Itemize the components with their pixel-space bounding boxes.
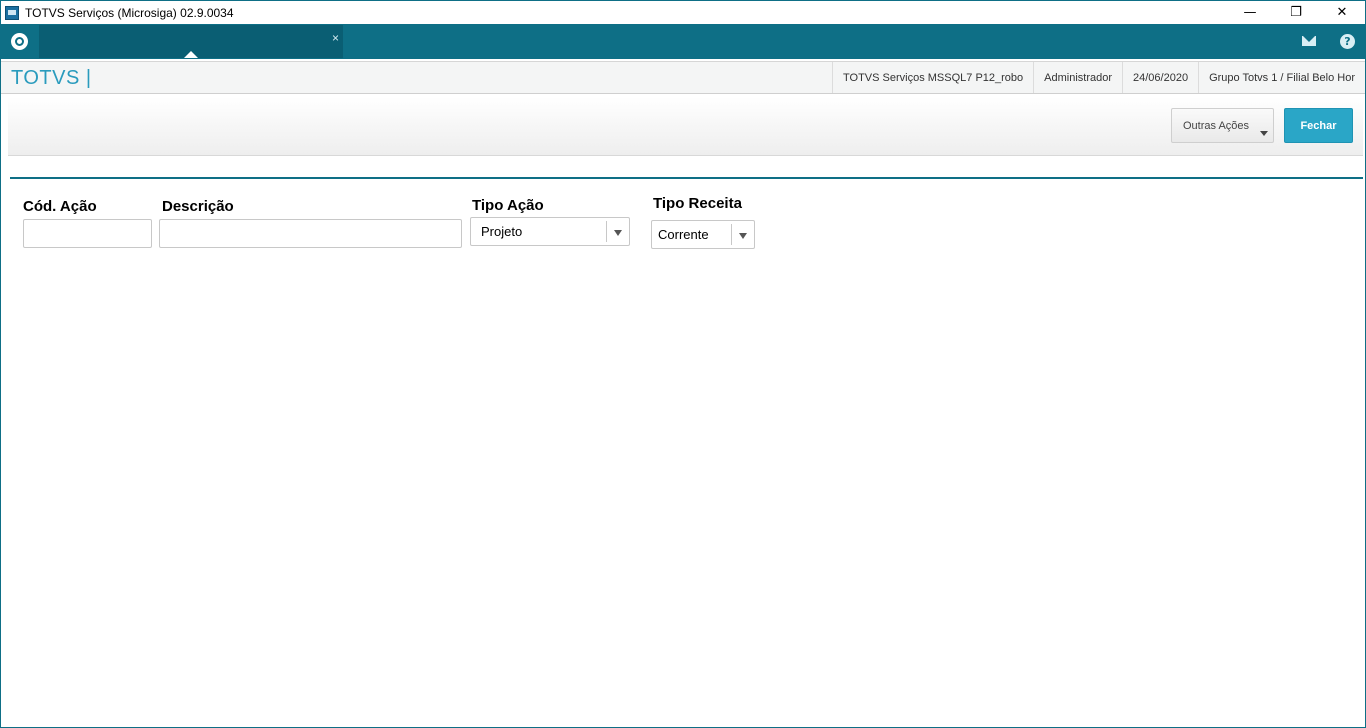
window-controls: — ❐ ✕ xyxy=(1227,1,1365,24)
dropdown-arrow-icon[interactable] xyxy=(739,233,747,239)
outras-acoes-label: Outras Ações xyxy=(1183,119,1250,132)
app-window: TOTVS Serviços (Microsiga) 02.9.0034 — ❐… xyxy=(0,0,1366,728)
dropdown-arrow-icon[interactable] xyxy=(614,230,622,236)
server-info: TOTVS Serviços MSSQL7 P12_robo xyxy=(832,62,1033,93)
tipo-receita-label: Tipo Receita xyxy=(653,195,742,212)
date-info: 24/06/2020 xyxy=(1122,62,1198,93)
top-nav-bar: × ? xyxy=(1,24,1365,59)
form-divider xyxy=(10,177,1363,179)
tipo-acao-label: Tipo Ação xyxy=(472,197,544,214)
tipo-receita-value: Corrente xyxy=(658,227,709,242)
session-info: TOTVS Serviços MSSQL7 P12_robo Administr… xyxy=(832,62,1365,93)
action-bar: Outras Ações Fechar xyxy=(8,97,1363,156)
descricao-label: Descrição xyxy=(162,198,234,215)
brand-logo: TOTVS | xyxy=(11,67,92,89)
select-divider xyxy=(606,221,607,242)
title-bar: TOTVS Serviços (Microsiga) 02.9.0034 — ❐… xyxy=(1,1,1365,24)
chevron-down-icon xyxy=(1260,131,1268,136)
tipo-acao-value: Projeto xyxy=(481,224,523,239)
tipo-acao-select[interactable]: Projeto xyxy=(470,217,630,246)
totvs-logo-icon[interactable] xyxy=(11,33,28,50)
restore-button[interactable]: ❐ xyxy=(1273,1,1319,24)
fechar-button[interactable]: Fechar xyxy=(1284,108,1353,143)
minimize-button[interactable]: — xyxy=(1227,1,1273,24)
active-tab[interactable]: × xyxy=(39,25,343,58)
cod-acao-label: Cód. Ação xyxy=(23,198,97,215)
mail-icon[interactable] xyxy=(1302,36,1316,46)
user-info: Administrador xyxy=(1033,62,1122,93)
close-button[interactable]: ✕ xyxy=(1319,1,1365,24)
outras-acoes-button[interactable]: Outras Ações xyxy=(1171,108,1274,143)
descricao-input[interactable] xyxy=(159,219,462,248)
select-divider xyxy=(731,224,732,245)
cod-acao-input[interactable] xyxy=(23,219,152,248)
tipo-receita-select[interactable]: Corrente xyxy=(651,220,755,249)
window-title: TOTVS Serviços (Microsiga) 02.9.0034 xyxy=(25,5,234,20)
app-icon xyxy=(5,5,19,20)
company-info: Grupo Totvs 1 / Filial Belo Hor xyxy=(1198,62,1365,93)
tab-indicator-icon xyxy=(184,51,198,58)
tab-close-icon[interactable]: × xyxy=(332,31,339,45)
help-icon[interactable]: ? xyxy=(1340,34,1355,49)
header-strip: TOTVS | TOTVS Serviços MSSQL7 P12_robo A… xyxy=(1,61,1365,94)
